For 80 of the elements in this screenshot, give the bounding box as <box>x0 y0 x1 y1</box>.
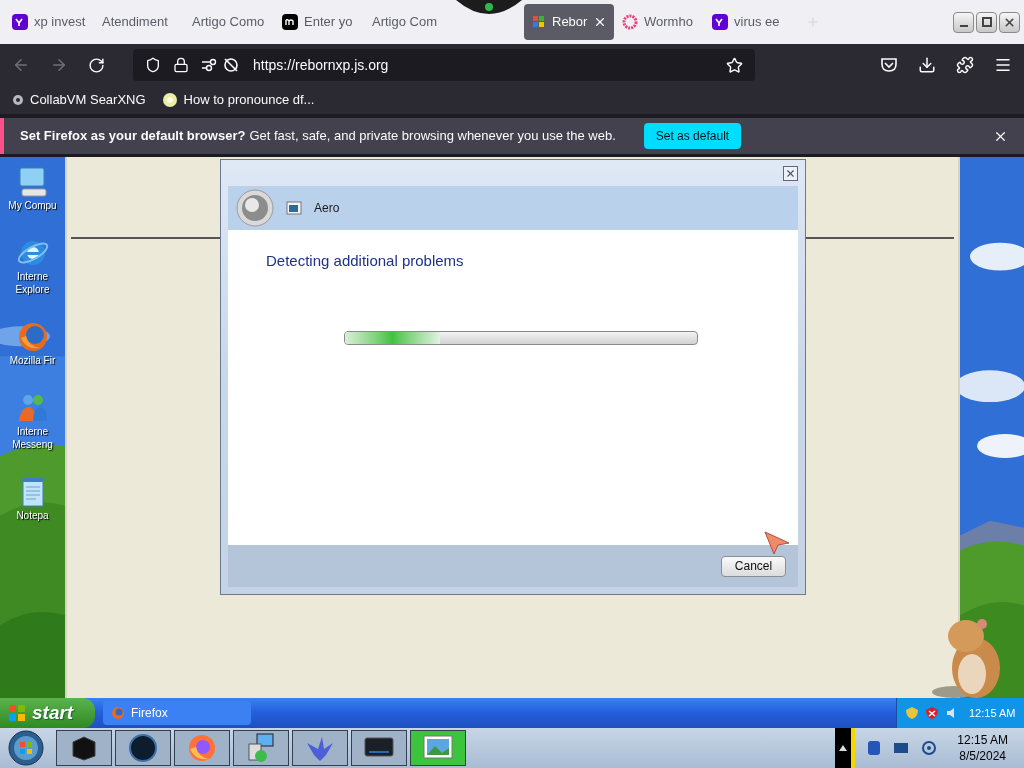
back-icon[interactable] <box>12 56 30 74</box>
tab-title: Artigo Como <box>192 13 265 32</box>
browser-tab[interactable]: Atendiment <box>94 4 184 40</box>
minimize-icon[interactable] <box>953 11 974 33</box>
dialog-title: Aero <box>314 200 340 217</box>
monitor-icon[interactable] <box>893 742 910 754</box>
desktop-icon[interactable]: My Compu <box>1 165 64 212</box>
browser-tab[interactable]: Rebor <box>524 4 614 40</box>
download-icon[interactable] <box>918 56 936 74</box>
browser-tab[interactable]: xp invest <box>4 4 94 40</box>
tab-title: Wormho <box>644 13 693 32</box>
pocket-icon[interactable] <box>880 57 898 73</box>
browser-tab[interactable]: Wormho <box>614 4 704 40</box>
taskbar-app[interactable] <box>174 730 230 766</box>
taskbar-button[interactable]: Firefox <box>103 701 251 725</box>
firefox-icon <box>187 733 217 763</box>
close-icon[interactable] <box>783 165 798 181</box>
globe-icon <box>128 733 158 763</box>
back-orb-icon[interactable] <box>236 189 274 227</box>
app-tray-icon[interactable] <box>867 740 882 756</box>
lock-icon[interactable] <box>173 57 189 73</box>
set-default-button[interactable]: Set as default <box>643 123 742 149</box>
taskbar-app[interactable] <box>351 730 407 766</box>
windows-flag-icon <box>8 704 26 722</box>
clock: 12:15 AM <box>969 705 1016 721</box>
desktop-icon[interactable]: Notepa <box>1 475 64 522</box>
alert-shield-icon[interactable] <box>925 706 939 720</box>
bookmark-star-icon[interactable] <box>726 56 743 74</box>
tab-title: Enter yo <box>304 13 353 32</box>
browser-tab[interactable]: Artigo Como <box>184 4 274 40</box>
taskbar-app[interactable] <box>292 730 348 766</box>
notification-message: Get fast, safe, and private browsing whenever you use the web. <box>249 127 616 146</box>
taskbar-app[interactable] <box>56 730 112 766</box>
desktop-icon[interactable]: Interne Explore <box>1 236 64 296</box>
dark-arc-drawing <box>456 0 522 16</box>
firefox-icon <box>111 706 125 720</box>
cube-icon <box>69 734 99 762</box>
desktop-icon[interactable]: Mozilla Fir <box>1 320 64 367</box>
address-field[interactable]: https://rebornxp.js.org <box>133 49 755 81</box>
start-button[interactable]: start <box>0 698 95 728</box>
taskbar-app[interactable] <box>233 730 289 766</box>
gear-icon <box>12 93 24 107</box>
flower-icon <box>622 14 638 30</box>
notification-title: Set Firefox as your default browser? <box>20 127 246 146</box>
browser-tab[interactable]: Artigo Com <box>364 4 454 40</box>
permissions-icon[interactable] <box>201 57 241 73</box>
bookmark-item[interactable]: CollabVM SearXNG <box>12 90 146 110</box>
reload-icon[interactable] <box>88 56 105 74</box>
clock-date: 8/5/2024 <box>959 748 1006 764</box>
menu-icon[interactable] <box>994 56 1012 74</box>
picture-viewer-icon <box>422 734 454 762</box>
dialog-heading: Detecting additional problems <box>266 251 465 271</box>
tab-title: xp invest <box>34 13 86 32</box>
tab-title: Atendiment <box>102 13 168 32</box>
taskbar-app[interactable] <box>410 730 466 766</box>
browser-tab[interactable]: virus ee <box>704 4 794 40</box>
network-icon[interactable] <box>921 740 938 756</box>
tab-title: Rebor <box>552 13 588 32</box>
close-icon[interactable] <box>999 11 1020 33</box>
tab-title: virus ee <box>734 13 780 32</box>
shield-icon[interactable] <box>145 57 161 73</box>
forward-icon[interactable] <box>50 56 68 74</box>
yahoo-icon <box>12 14 28 30</box>
medium-icon <box>282 14 298 30</box>
extensions-icon[interactable] <box>956 56 974 74</box>
circle-icon <box>161 92 178 108</box>
caret-icon[interactable] <box>839 745 848 751</box>
window-icon <box>286 201 302 215</box>
windows-flag-icon <box>532 15 546 29</box>
cancel-button[interactable]: Cancel <box>721 555 786 577</box>
tab-title: Artigo Com <box>372 13 438 32</box>
yahoo-icon <box>712 14 728 30</box>
start-orb-icon[interactable] <box>8 730 44 766</box>
bookmark-item[interactable]: How to pronounce df... <box>161 90 315 110</box>
taskbar-app[interactable] <box>115 730 171 766</box>
installer-icon <box>245 732 277 764</box>
url-text: https://rebornxp.js.org <box>253 55 389 75</box>
browser-tab[interactable]: Enter yo <box>274 4 364 40</box>
maximize-icon[interactable] <box>976 11 997 33</box>
clock-time: 12:15 AM <box>957 732 1008 748</box>
